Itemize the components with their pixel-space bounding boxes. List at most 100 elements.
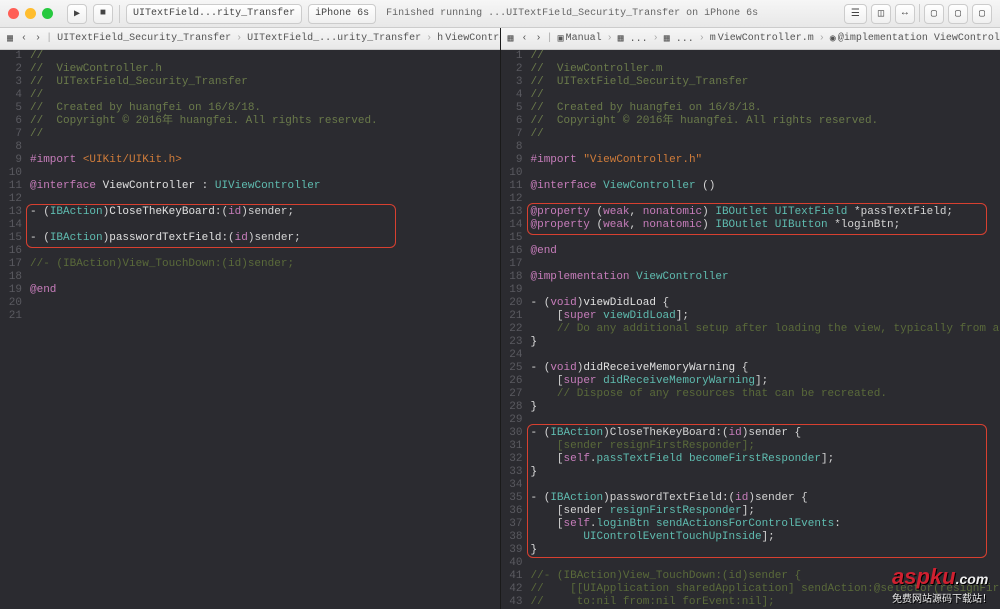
code-line[interactable] [30, 167, 500, 180]
code-line[interactable] [531, 193, 1000, 206]
code-line[interactable] [531, 349, 1000, 362]
code-line[interactable] [30, 297, 500, 310]
zoom-icon[interactable] [42, 8, 53, 19]
code-line[interactable] [531, 284, 1000, 297]
editor-standard-button[interactable]: ☰ [844, 4, 867, 24]
code-line[interactable]: // Created by huangfei on 16/8/18. [30, 102, 500, 115]
jumpbar-project[interactable]: UITextField_Security_Transfer [54, 33, 234, 44]
run-button[interactable]: ▶ [67, 4, 87, 24]
code-line[interactable]: // Do any additional setup after loading… [531, 323, 1000, 336]
code-line[interactable]: } [531, 336, 1000, 349]
toolbar: ▶ ■ UITextField...rity_Transfer iPhone 6… [0, 0, 1000, 28]
code-line[interactable]: // [30, 128, 500, 141]
watermark-sub: 免费网站源码下载站！ [892, 590, 992, 605]
code-line[interactable]: @end [30, 284, 500, 297]
scheme-selector[interactable]: UITextField...rity_Transfer [126, 4, 302, 24]
jumpbar-file[interactable]: h ViewController.h [434, 33, 499, 44]
code-line[interactable]: // [30, 50, 500, 63]
code-line[interactable]: // [30, 89, 500, 102]
jumpbar-folder[interactable]: UITextField_...urity_Transfer [244, 33, 424, 44]
stop-button[interactable]: ■ [93, 4, 113, 24]
code-line[interactable]: #import <UIKit/UIKit.h> [30, 154, 500, 167]
left-editor[interactable]: 123456789101112131415161718192021 //// V… [0, 50, 500, 609]
right-jumpbar[interactable]: ▦ ‹ › | ▣ Manual › ▦ ... › ▦ ... › m Vie… [501, 28, 1000, 50]
code-line[interactable]: //- (IBAction)View_TouchDown:(id)sender; [30, 258, 500, 271]
minimize-icon[interactable] [25, 8, 36, 19]
code-line[interactable]: - (IBAction)CloseTheKeyBoard:(id)sender; [30, 206, 500, 219]
panel-right-button[interactable]: ▢ [972, 4, 992, 24]
code-line[interactable]: // ViewController.m [531, 63, 1000, 76]
code-line[interactable]: @property (weak, nonatomic) IBOutlet UIB… [531, 219, 1000, 232]
device-label: iPhone 6s [315, 8, 369, 19]
scheme-label: UITextField...rity_Transfer [133, 8, 295, 19]
code-line[interactable] [30, 219, 500, 232]
code-line[interactable]: @property (weak, nonatomic) IBOutlet UIT… [531, 206, 1000, 219]
code-line[interactable] [531, 258, 1000, 271]
code-line[interactable] [531, 479, 1000, 492]
forward-icon[interactable]: › [533, 33, 545, 44]
code-line[interactable]: } [531, 544, 1000, 557]
code-line[interactable]: - (void)didReceiveMemoryWarning { [531, 362, 1000, 375]
code-line[interactable]: // [531, 128, 1000, 141]
code-line[interactable]: // UITextField_Security_Transfer [531, 76, 1000, 89]
code-line[interactable]: // Copyright © 2016年 huangfei. All right… [30, 115, 500, 128]
code-line[interactable] [531, 414, 1000, 427]
code-line[interactable]: - (void)viewDidLoad { [531, 297, 1000, 310]
code-line[interactable]: // [531, 89, 1000, 102]
code-line[interactable] [531, 141, 1000, 154]
code-line[interactable]: // Dispose of any resources that can be … [531, 388, 1000, 401]
code-line[interactable]: // ViewController.h [30, 63, 500, 76]
code-line[interactable] [30, 271, 500, 284]
jumpbar-project-icon[interactable]: ▦ ... [615, 33, 651, 45]
back-icon[interactable]: ‹ [519, 33, 531, 44]
panel-bottom-button[interactable]: ▢ [948, 4, 968, 24]
code-line[interactable]: [super didReceiveMemoryWarning]; [531, 375, 1000, 388]
code-line[interactable] [531, 167, 1000, 180]
related-items-icon[interactable]: ▦ [505, 33, 517, 45]
device-selector[interactable]: iPhone 6s [308, 4, 376, 24]
forward-icon[interactable]: › [32, 33, 44, 44]
editor-version-button[interactable]: ↔ [895, 4, 915, 24]
close-icon[interactable] [8, 8, 19, 19]
editor-split: ▦ ‹ › | UITextField_Security_Transfer › … [0, 28, 1000, 609]
left-code[interactable]: //// ViewController.h// UITextField_Secu… [26, 50, 500, 609]
code-line[interactable]: #import "ViewController.h" [531, 154, 1000, 167]
code-line[interactable]: // Created by huangfei on 16/8/18. [531, 102, 1000, 115]
code-line[interactable]: // [531, 50, 1000, 63]
code-line[interactable]: } [531, 401, 1000, 414]
related-items-icon[interactable]: ▦ [4, 33, 16, 45]
code-line[interactable] [30, 245, 500, 258]
code-line[interactable]: @interface ViewController () [531, 180, 1000, 193]
code-line[interactable]: [self.passTextField becomeFirstResponder… [531, 453, 1000, 466]
code-line[interactable] [30, 193, 500, 206]
back-icon[interactable]: ‹ [18, 33, 30, 44]
code-line[interactable] [531, 232, 1000, 245]
code-line[interactable]: [sender resignFirstResponder]; [531, 505, 1000, 518]
code-line[interactable] [30, 141, 500, 154]
code-line[interactable] [30, 310, 500, 323]
jumpbar-file[interactable]: m ViewController.m [707, 33, 817, 44]
code-line[interactable]: @end [531, 245, 1000, 258]
code-line[interactable]: // Copyright © 2016年 huangfei. All right… [531, 115, 1000, 128]
right-code[interactable]: //// ViewController.m// UITextField_Secu… [527, 50, 1000, 609]
code-line[interactable]: [self.loginBtn sendActionsForControlEven… [531, 518, 1000, 531]
code-line[interactable]: [sender resignFirstResponder]; [531, 440, 1000, 453]
editor-assistant-button[interactable]: ◫ [871, 4, 891, 24]
watermark-tld: .com [956, 571, 989, 587]
jumpbar-manual[interactable]: ▣ Manual [555, 33, 605, 45]
code-line[interactable]: @interface ViewController : UIViewContro… [30, 180, 500, 193]
code-line[interactable]: [super viewDidLoad]; [531, 310, 1000, 323]
right-editor[interactable]: 1234567891011121314151617181920212223242… [501, 50, 1000, 609]
code-line[interactable]: - (IBAction)passwordTextField:(id)sender… [531, 492, 1000, 505]
jumpbar-folder-icon[interactable]: ▦ ... [661, 33, 697, 45]
left-jumpbar[interactable]: ▦ ‹ › | UITextField_Security_Transfer › … [0, 28, 500, 50]
code-line[interactable]: // UITextField_Security_Transfer [30, 76, 500, 89]
right-gutter: 1234567891011121314151617181920212223242… [501, 50, 527, 609]
code-line[interactable]: UIControlEventTouchUpInside]; [531, 531, 1000, 544]
code-line[interactable]: @implementation ViewController [531, 271, 1000, 284]
jumpbar-selection[interactable]: ◉ @implementation ViewController [827, 33, 1000, 45]
code-line[interactable]: } [531, 466, 1000, 479]
panel-left-button[interactable]: ▢ [924, 4, 944, 24]
code-line[interactable]: - (IBAction)CloseTheKeyBoard:(id)sender … [531, 427, 1000, 440]
code-line[interactable]: - (IBAction)passwordTextField:(id)sender… [30, 232, 500, 245]
